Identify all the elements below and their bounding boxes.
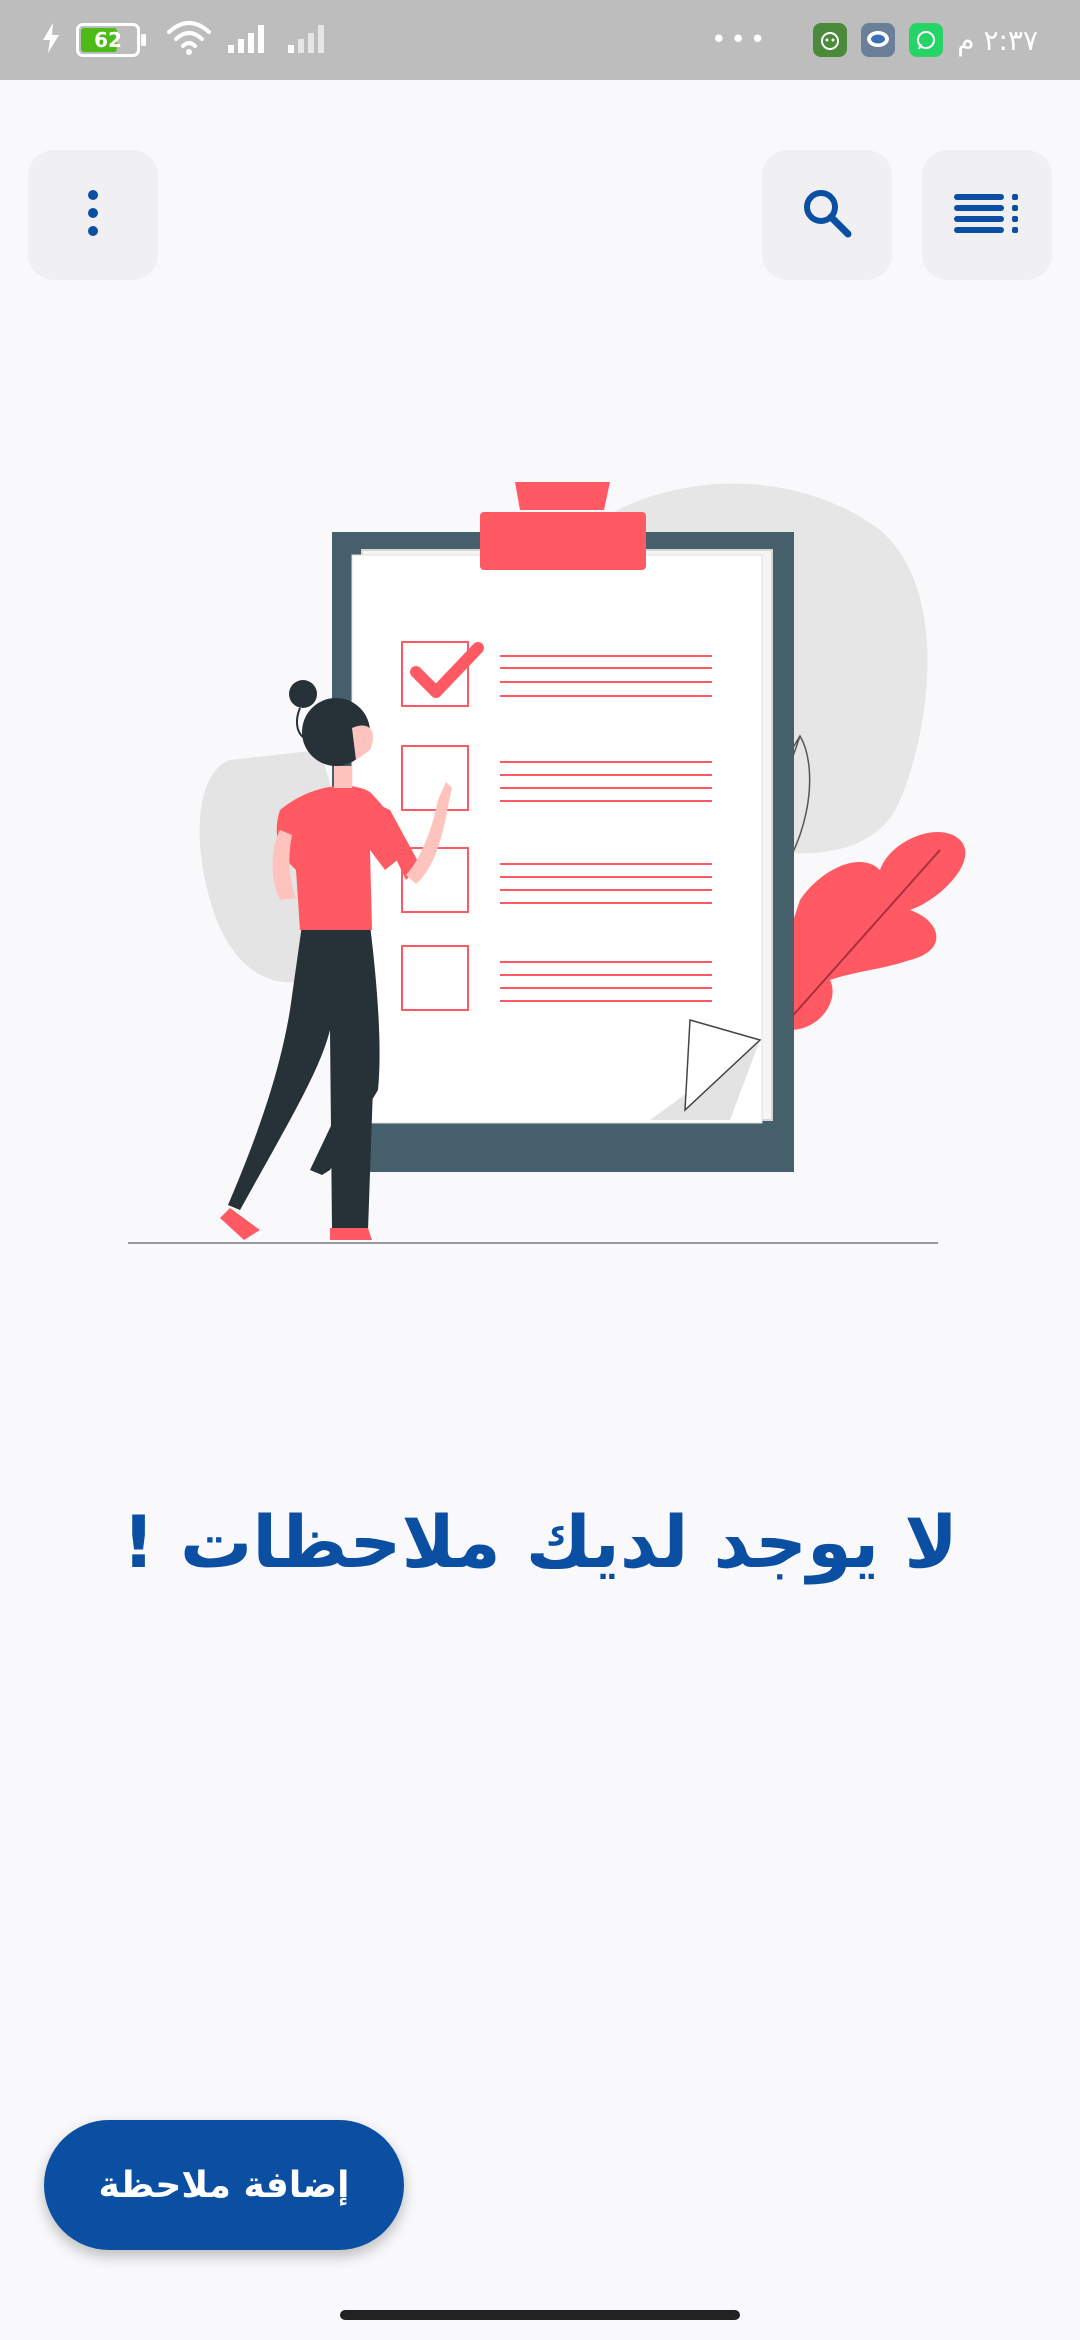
clipboard-clip (480, 512, 646, 570)
leaf-red (766, 831, 966, 1031)
signal-weak-icon (286, 21, 332, 59)
more-options-button[interactable] (28, 150, 158, 280)
wifi-icon (166, 20, 212, 60)
cat-app-icon (813, 23, 848, 57)
status-bar: 62 ••• ٢:٣٧ م (0, 0, 1080, 80)
status-overflow-dots: ••• (711, 25, 770, 55)
clipboard-checklist-illustration (120, 470, 980, 1260)
battery-icon: 62 (76, 23, 146, 57)
charging-icon (40, 21, 62, 59)
search-button[interactable] (762, 150, 892, 280)
status-time: ٢:٣٧ م (957, 23, 1038, 57)
whatsapp-icon (909, 23, 944, 57)
battery-percent: 62 (94, 28, 122, 52)
sort-menu-icon (952, 190, 1022, 240)
sort-menu-button[interactable] (922, 150, 1052, 280)
signal-icon (226, 21, 272, 59)
add-note-button[interactable]: إضافة ملاحظة (44, 2120, 404, 2250)
empty-state-message: لا يوجد لديك ملاحظات ! (122, 1500, 958, 1584)
more-vertical-icon (83, 188, 103, 242)
clipboard-clip-top (515, 482, 610, 510)
chat-app-icon (861, 23, 896, 57)
home-indicator[interactable] (340, 2310, 740, 2320)
status-bar-right: ••• ٢:٣٧ م (711, 20, 1038, 60)
search-icon (800, 186, 854, 244)
status-bar-left: 62 (40, 20, 332, 60)
